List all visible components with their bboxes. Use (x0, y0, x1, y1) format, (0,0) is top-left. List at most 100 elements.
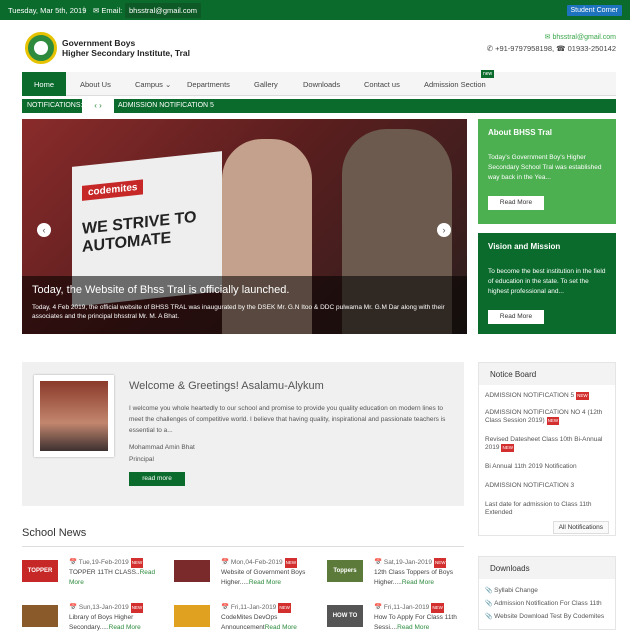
nav-about[interactable]: About Us (80, 80, 111, 89)
principal-name: Mohammad Amin Bhat (129, 444, 195, 451)
news-title: 12th Class Toppers of Boys Higher.....Re… (374, 568, 474, 588)
school-news-title: School News (22, 527, 87, 539)
news-title: Library of Boys Higher Secondary.....Rea… (69, 613, 169, 633)
news-title: TOPPER 11TH CLASS..Read More (69, 568, 169, 588)
notice-item-label: ADMISSION NOTIFICATION 5 (485, 392, 575, 399)
new-badge: NEW (431, 603, 444, 613)
school-logo[interactable] (25, 32, 57, 64)
new-badge: new (481, 70, 495, 78)
news-title-text: TOPPER 11TH CLASS.. (69, 569, 140, 576)
download-item[interactable]: 📎 Syllabi Change (485, 587, 538, 594)
new-badge: NEW (501, 444, 514, 452)
notifications-label: NOTIFICATIONS: (27, 102, 83, 109)
nav-contact[interactable]: Contact us (364, 80, 400, 89)
divider (22, 546, 464, 547)
news-date: 📅 Sun,13-Jan-2019 NEW (69, 603, 144, 613)
news-date: 📅 Fri,11-Jan-2019 NEW (374, 603, 444, 613)
nav-departments[interactable]: Departments (187, 80, 230, 89)
vision-title: Vision and Mission (488, 242, 561, 251)
news-item[interactable]: HOW TO APPLY 📅 Fri,11-Jan-2019NEWHow To A… (327, 603, 477, 643)
slider-prev-icon[interactable]: ‹ (37, 223, 51, 237)
about-read-more-button[interactable]: Read More (488, 196, 544, 210)
student-corner-button[interactable]: Student Corner (566, 5, 622, 16)
download-item-label: Syllabi Change (494, 587, 538, 594)
download-item[interactable]: 📎 Website Download Test By Codemites (485, 613, 604, 620)
banner-brand: codemites (82, 179, 144, 201)
notice-board: Notice Board ADMISSION NOTIFICATION 5 NEW… (478, 362, 616, 536)
notice-item-label: Bi Annual 11th 2019 Notification (485, 463, 577, 470)
notifications-bar: NOTIFICATIONS: ‹ › ADMISSION NOTIFICATIO… (22, 99, 616, 113)
separator: | (83, 5, 85, 14)
slider-title: Today, the Website of Bhss Tral is offic… (32, 284, 290, 296)
downloads-title: Downloads (479, 557, 615, 579)
contact-phone: ✆ +91-9797958198, ☎ 01933-250142 (486, 44, 616, 53)
main-nav: Home About Us Campus ⌄ Departments Galle… (22, 70, 616, 96)
notice-item[interactable]: Bi Annual 11th 2019 Notification (479, 463, 609, 471)
news-thumbnail[interactable]: Toppers (327, 560, 363, 582)
site-header: Government Boys Higher Secondary Institu… (0, 20, 630, 70)
email-link[interactable]: bhsstral@gmail.com (125, 3, 202, 18)
news-thumbnail[interactable] (174, 605, 210, 627)
welcome-text: I welcome you whole heartedly to our sch… (129, 405, 446, 434)
new-badge: NEW (433, 558, 447, 568)
new-badge: NEW (130, 558, 144, 568)
news-thumbnail[interactable]: HOW TO APPLY (327, 605, 363, 627)
hero-slider: codemites WE STRIVE TO AUTOMATE ‹ › Toda… (22, 119, 467, 334)
download-item-label: Admission Notification For Class 11th (494, 600, 602, 607)
news-item[interactable]: 📅 Mon,04-Feb-2019 NEW Website of Governmen… (174, 558, 324, 598)
nav-downloads[interactable]: Downloads (303, 80, 340, 89)
news-read-more-link[interactable]: Read More (249, 579, 281, 586)
news-date: 📅 Tue,19-Feb-2019 NEW (69, 558, 144, 568)
slider-caption: Today, the Website of Bhss Tral is offic… (22, 276, 467, 334)
nav-campus[interactable]: Campus ⌄ (135, 80, 171, 89)
vision-read-more-button[interactable]: Read More (488, 310, 544, 324)
about-box: About BHSS Tral Today's Government Boy's… (478, 119, 616, 224)
notice-item[interactable]: Revised Datesheet Class 10th Bi-Annual 2… (479, 436, 609, 452)
slider-next-icon[interactable]: › (437, 223, 451, 237)
news-thumbnail[interactable]: TOPPER (22, 560, 58, 582)
welcome-title: Welcome & Greetings! Asalamu-Alykum (129, 380, 324, 392)
news-thumbnail[interactable] (22, 605, 58, 627)
notice-item-label: ADMISSION NOTIFICATION 3 (485, 482, 575, 489)
about-text: Today's Government Boy's Higher Secondar… (488, 154, 602, 181)
school-name[interactable]: Government Boys Higher Secondary Institu… (62, 38, 190, 58)
notice-item[interactable]: Last date for admission to Class 11th Ex… (479, 501, 609, 517)
nav-gallery[interactable]: Gallery (254, 80, 278, 89)
notice-item[interactable]: ADMISSION NOTIFICATION 5 NEW (479, 392, 609, 400)
email-label: ✉ Email: (93, 6, 123, 15)
news-item[interactable]: Toppers 📅 Sat,19-Jan-2019 NEW 12th Class To… (327, 558, 477, 598)
news-read-more-link[interactable]: Read More (402, 579, 434, 586)
notice-board-title: Notice Board (479, 363, 615, 385)
notification-arrows[interactable]: ‹ › (82, 99, 114, 113)
paperclip-icon: 📎 (485, 601, 495, 607)
news-date: 📅 Mon,04-Feb-2019 NEW (221, 558, 298, 568)
notice-list: ADMISSION NOTIFICATION 5 NEW ADMISSION NOT… (479, 385, 615, 535)
nav-home[interactable]: Home (22, 72, 66, 96)
notice-item[interactable]: ADMISSION NOTIFICATION NO 4 (12th Class … (479, 409, 609, 425)
paperclip-icon: 📎 (485, 588, 495, 594)
news-item[interactable]: 📅 Sun,13-Jan-2019 NEW Library of Boys High… (22, 603, 172, 643)
principal-photo (34, 375, 114, 457)
notification-marquee[interactable]: ADMISSION NOTIFICATION 5 (118, 102, 214, 109)
news-date: 📅 Fri,11-Jan-2019 NEW (221, 603, 291, 613)
new-badge: NEW (284, 558, 298, 568)
download-item[interactable]: 📎 Admission Notification For Class 11th (485, 600, 602, 607)
all-notifications-button[interactable]: All Notifications (552, 521, 609, 534)
news-item[interactable]: 📅 Fri,11-Jan-2019 NEW CodeMites DevOps Ann… (174, 603, 324, 643)
news-date: 📅 Sat,19-Jan-2019 NEW (374, 558, 447, 568)
new-badge: NEW (278, 603, 291, 613)
current-date: Tuesday, Mar 5th, 2019 (8, 6, 87, 15)
school-name-line2: Higher Secondary Institute, Tral (62, 48, 191, 58)
nav-admission[interactable]: Admission Section (424, 80, 486, 89)
news-thumbnail[interactable] (174, 560, 210, 582)
vision-box: Vision and Mission To become the best in… (478, 233, 616, 334)
download-item-label: Website Download Test By Codemites (494, 613, 605, 620)
contact-email[interactable]: ✉ bhsstral@gmail.com (545, 33, 616, 41)
welcome-read-more-button[interactable]: read more (129, 472, 185, 486)
school-name-line1: Government Boys (62, 38, 136, 48)
top-bar: Tuesday, Mar 5th, 2019 | ✉ Email: bhsstr… (0, 0, 630, 20)
vision-text: To become the best institution in the fi… (488, 268, 606, 295)
notice-item[interactable]: ADMISSION NOTIFICATION 3 (479, 482, 609, 490)
news-item[interactable]: TOPPER 📅 Tue,19-Feb-2019 NEW TOPPER 11TH CL… (22, 558, 172, 598)
new-badge: NEW (130, 603, 144, 613)
